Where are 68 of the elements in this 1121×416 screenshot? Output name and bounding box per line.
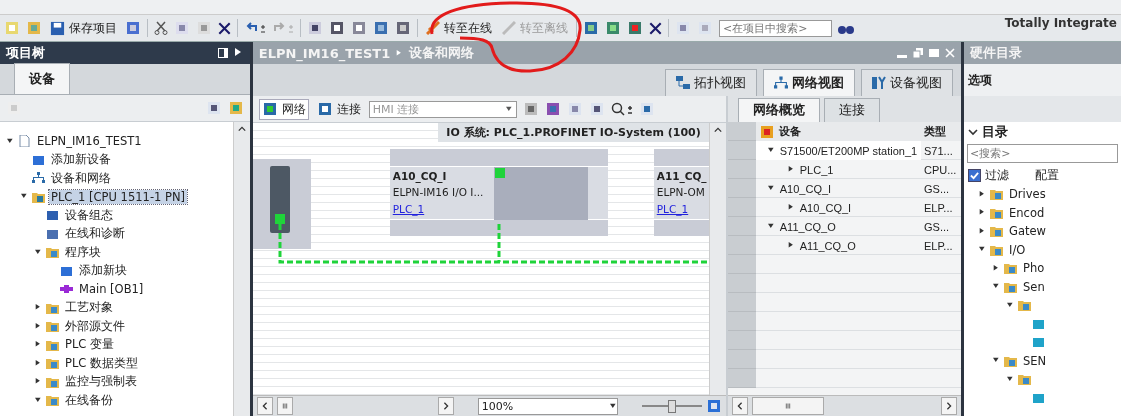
tree-item[interactable]: Gatew bbox=[1007, 224, 1048, 239]
io-system-label: IO 系统: PLC_1.PROFINET IO-System (100) bbox=[438, 123, 709, 142]
tree-item[interactable]: 设备组态 bbox=[63, 207, 115, 223]
breadcrumb-item: 设备和网络 bbox=[409, 44, 475, 62]
tree-item[interactable]: 在线备份 bbox=[63, 392, 115, 408]
view-tab[interactable]: 设备视图 bbox=[861, 69, 953, 96]
tree-item[interactable]: 添加新块 bbox=[77, 263, 129, 279]
device-body[interactable]: A10_CQ_I ELPN-IM16 I/O I... PLC_1 bbox=[389, 166, 608, 220]
tree-item[interactable]: PLC_1 [CPU 1511-1 PN] bbox=[49, 189, 188, 204]
table-cell[interactable]: PLC_1 bbox=[799, 163, 834, 176]
table-cell-text: S71... bbox=[923, 143, 954, 159]
tree-item[interactable]: Encod bbox=[1007, 205, 1047, 220]
tree-item[interactable]: I/O bbox=[1007, 242, 1028, 257]
device-frame[interactable]: A10_CQ_I ELPN-IM16 I/O I... PLC_1 bbox=[389, 149, 608, 236]
tree-item[interactable]: SEN bbox=[1021, 353, 1049, 368]
search-field[interactable]: <在项目中搜索> bbox=[719, 19, 832, 37]
table-cell-text: CPU... bbox=[923, 162, 958, 178]
tree-item[interactable]: 设备和网络 bbox=[49, 170, 113, 186]
panel-title: 项目树 bbox=[6, 44, 45, 62]
filter-label: 过滤 bbox=[985, 166, 1009, 184]
view-tab[interactable]: 网络视图 bbox=[763, 69, 855, 96]
options-label: 选项 bbox=[968, 71, 992, 89]
tree-item[interactable]: PLC 数据类型 bbox=[63, 355, 141, 371]
device-type: ELPN-IM16 I/O I... bbox=[392, 186, 484, 198]
device-type: ELPN-OM bbox=[656, 186, 705, 198]
catalog-search-field[interactable]: <搜索> bbox=[967, 144, 1118, 163]
tree-item[interactable]: ELPN_IM16_TEST1 bbox=[35, 134, 144, 149]
network-button[interactable]: 网络 bbox=[258, 98, 309, 120]
zoom-field[interactable]: 100% bbox=[477, 397, 618, 415]
app-title: Totally Integrate bbox=[1004, 15, 1117, 30]
devices-tab[interactable]: 设备 bbox=[14, 63, 70, 94]
tree-item[interactable]: Drives bbox=[1007, 187, 1048, 202]
panel-title: 硬件目录 bbox=[970, 44, 1022, 62]
tree-item[interactable]: 监控与强制表 bbox=[63, 374, 139, 390]
view-tab[interactable]: 拓扑视图 bbox=[665, 69, 757, 96]
connections-button[interactable]: 连接 bbox=[314, 99, 363, 119]
tree-item[interactable]: 在线和诊断 bbox=[63, 226, 127, 242]
device-body[interactable]: A11_CQ_ ELPN-OM PLC_1 bbox=[653, 166, 709, 220]
tree-item[interactable]: 外部源文件 bbox=[63, 318, 127, 334]
tree-item[interactable]: PLC 变量 bbox=[63, 337, 117, 353]
tree-item[interactable]: 程序块 bbox=[63, 244, 103, 260]
device-name: A10_CQ_I bbox=[392, 170, 447, 182]
controller-link[interactable]: PLC_1 bbox=[656, 203, 689, 215]
save-project-button[interactable]: 保存项目 bbox=[48, 18, 119, 38]
table-cell-text: GS... bbox=[923, 219, 951, 235]
catalog-label: 目录 bbox=[982, 123, 1008, 141]
table-cell[interactable]: A10_CQ_I bbox=[779, 182, 832, 195]
controller-link[interactable]: PLC_1 bbox=[392, 203, 425, 215]
table-cell[interactable]: A11_CQ_O bbox=[799, 239, 856, 252]
device-frame[interactable]: A11_CQ_ ELPN-OM PLC_1 bbox=[653, 149, 709, 236]
tree-item[interactable]: Sen bbox=[1021, 279, 1047, 294]
table-cell-text: ELP... bbox=[923, 238, 954, 254]
table-cell-text: ELP... bbox=[923, 200, 954, 216]
table-cell[interactable]: A11_CQ_O bbox=[779, 220, 836, 233]
go-online-button[interactable]: 转至在线 bbox=[424, 18, 494, 38]
table-cell[interactable]: A10_CQ_I bbox=[799, 201, 852, 214]
tree-item[interactable]: 工艺对象 bbox=[63, 300, 115, 316]
tree-item[interactable]: Main [OB1] bbox=[77, 282, 146, 297]
overview-tab[interactable]: 网络概览 bbox=[737, 98, 820, 122]
table-cell-text: GS... bbox=[923, 181, 951, 197]
overview-tab[interactable]: 连接 bbox=[823, 98, 880, 122]
tree-item[interactable]: 添加新设备 bbox=[49, 152, 113, 168]
column-header[interactable]: 设备 bbox=[755, 122, 921, 141]
device-name: A11_CQ_ bbox=[656, 170, 707, 182]
profile-label: 配置 bbox=[1035, 166, 1059, 184]
options-header[interactable]: 选项 bbox=[964, 64, 1121, 96]
tree-item[interactable]: Pho bbox=[1021, 261, 1047, 276]
column-header[interactable]: 类型 bbox=[921, 122, 961, 141]
